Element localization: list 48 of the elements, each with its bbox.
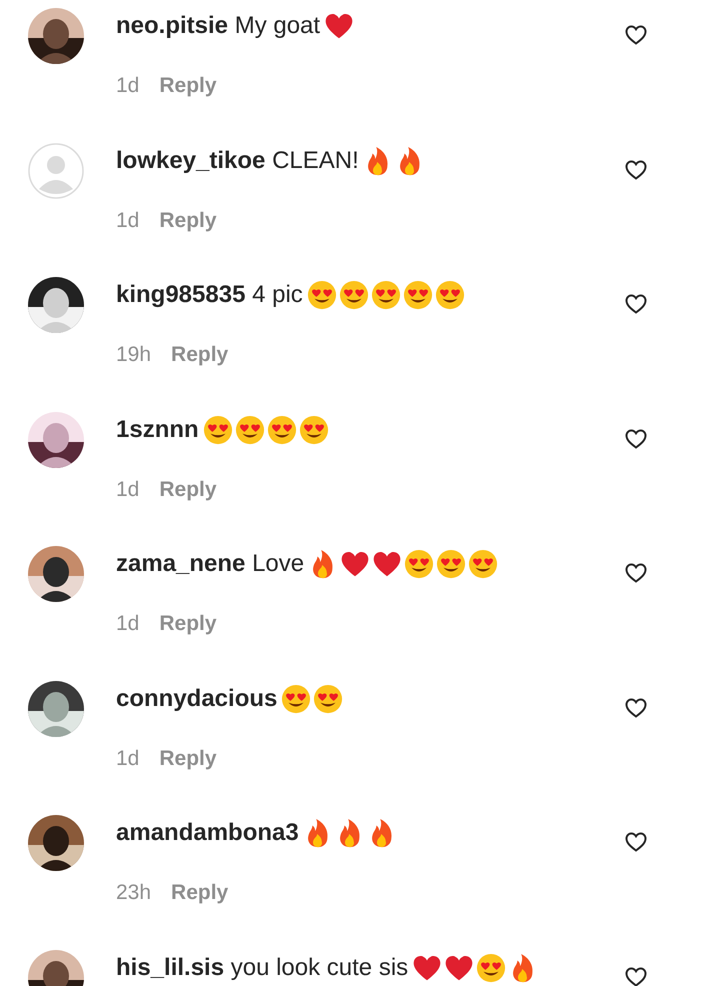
- comment-text: connydacious: [116, 684, 278, 714]
- comment-time: 1d: [116, 73, 140, 99]
- comment-text: lowkey_tikoe CLEAN!: [116, 146, 359, 176]
- reply-link[interactable]: Reply: [171, 337, 228, 373]
- heart-eyes-emoji-icon: [404, 549, 434, 579]
- heart-eyes-emoji-icon: [298, 414, 329, 444]
- heart-eyes-emoji-icon: [234, 414, 265, 444]
- comment-text: king985835 4 pic: [116, 280, 303, 310]
- comment-time: 23h: [116, 880, 152, 906]
- reply-link[interactable]: Reply: [171, 875, 228, 911]
- heart-eyes-emoji-icon: [468, 549, 498, 579]
- reply-link[interactable]: Reply: [159, 472, 217, 508]
- heart-icon[interactable]: [624, 964, 648, 986]
- heart-eyes-emoji-icon: [402, 280, 433, 310]
- reply-link[interactable]: Reply: [159, 606, 217, 642]
- heart-eyes-emoji-icon: [434, 280, 465, 310]
- heart-emoji-icon: [324, 11, 354, 41]
- comment-time: 1d: [116, 208, 140, 234]
- heart-eyes-emoji-icon: [281, 684, 312, 714]
- reply-link[interactable]: Reply: [159, 68, 217, 104]
- heart-eyes-emoji-icon: [306, 280, 337, 310]
- heart-emoji-icon: [340, 549, 370, 579]
- heart-icon[interactable]: [624, 561, 648, 585]
- heart-icon[interactable]: [624, 292, 648, 316]
- comment-text: zama_nene Love: [116, 549, 304, 579]
- comment-time: 1d: [116, 746, 140, 772]
- heart-icon[interactable]: [624, 158, 648, 182]
- heart-icon[interactable]: [624, 426, 648, 450]
- heart-eyes-emoji-icon: [476, 952, 506, 982]
- heart-eyes-emoji-icon: [313, 684, 344, 714]
- heart-icon[interactable]: [624, 23, 648, 47]
- comment-time: 1d: [116, 476, 140, 502]
- comment-text: 1sznnn: [116, 414, 199, 444]
- heart-eyes-emoji-icon: [436, 549, 466, 579]
- heart-eyes-emoji-icon: [202, 414, 233, 444]
- heart-icon[interactable]: [624, 696, 648, 720]
- reply-link[interactable]: Reply: [159, 740, 217, 776]
- heart-eyes-emoji-icon: [370, 280, 401, 310]
- comment-text: his_lil.sis you look cute sis: [116, 952, 408, 982]
- heart-eyes-emoji-icon: [338, 280, 369, 310]
- comment-time: 1d: [116, 611, 140, 637]
- heart-eyes-emoji-icon: [266, 414, 297, 444]
- reply-link[interactable]: Reply: [159, 202, 217, 238]
- comment-text: amandambona3: [116, 818, 299, 848]
- heart-emoji-icon: [372, 549, 402, 579]
- heart-icon[interactable]: [624, 830, 648, 854]
- comment-text: neo.pitsie My goat: [116, 11, 320, 41]
- comment-time: 19h: [116, 342, 152, 368]
